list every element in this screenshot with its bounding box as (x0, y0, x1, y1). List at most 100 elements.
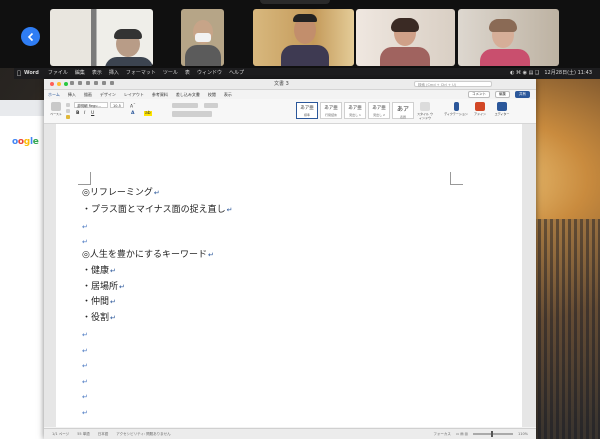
alignment-buttons[interactable] (172, 111, 212, 117)
zoom-slider[interactable] (472, 431, 513, 437)
italic-button[interactable]: I (84, 111, 85, 116)
paste-button[interactable]: ペースト (48, 102, 64, 116)
editor-button[interactable]: エディター (492, 102, 512, 116)
list-buttons[interactable] (172, 103, 198, 108)
style-normal[interactable]: あア亜 標準 (296, 102, 318, 119)
print-icon[interactable] (110, 81, 114, 85)
styles-pane-button[interactable]: スタイル ウィンドウ (417, 102, 433, 120)
menu-table[interactable]: 表 (185, 68, 190, 79)
cut-icon[interactable] (66, 103, 70, 107)
doc-line-friends[interactable]: ・仲間↵ (82, 296, 116, 308)
paragraph-mark: ↵ (82, 238, 88, 246)
style-title[interactable]: あア 表題 (392, 102, 414, 119)
zoom-window-icon[interactable] (64, 82, 68, 86)
menu-insert[interactable]: 挿入 (109, 68, 119, 79)
status-icons[interactable]: ◐ ⌘ ◉ ▤ ❑ (510, 68, 539, 79)
menubar-app-name[interactable]: Word (24, 68, 39, 79)
document-canvas[interactable]: ◎リフレーミング↵ ・プラス面とマイナス面の捉え直し↵ ↵ ◎人生を豊かにするキ… (44, 124, 536, 427)
page-count[interactable]: 1/1 ページ (52, 429, 69, 439)
word-window: 文書 3 検索 (Cmd + Ctrl + U) ホーム 挿入 描画 デザイン … (44, 79, 536, 439)
copy-icon[interactable] (66, 109, 70, 113)
format-painter-icon[interactable] (66, 115, 70, 119)
share-button[interactable]: 共有 (515, 91, 530, 98)
browser-window-behind[interactable]: oogle (0, 100, 46, 439)
style-heading-2[interactable]: あア亜 見出し 2 (368, 102, 390, 119)
tab-draw[interactable]: 描画 (80, 90, 96, 99)
document-title: 文書 3 (274, 81, 289, 87)
apple-icon[interactable]:  (14, 68, 24, 79)
style-no-spacing[interactable]: あア亜 行間詰め (320, 102, 342, 119)
tab-design[interactable]: デザイン (96, 90, 120, 99)
paragraph-mark: ↵ (82, 223, 88, 231)
font-size-select[interactable]: 10.5 (110, 102, 124, 108)
participant-tile-1[interactable] (50, 9, 153, 66)
indent-buttons[interactable] (204, 103, 218, 108)
chevron-left-icon (27, 32, 33, 41)
tab-home[interactable]: ホーム (44, 90, 64, 100)
doc-line-role[interactable]: ・役割↵ (82, 312, 116, 324)
close-window-icon[interactable] (50, 82, 54, 86)
focus-button[interactable]: フォーカス (433, 429, 451, 439)
document-page[interactable]: ◎リフレーミング↵ ・プラス面とマイナス面の捉え直し↵ ↵ ◎人生を豊かにするキ… (56, 124, 522, 427)
tab-review[interactable]: 校閲 (204, 90, 220, 99)
participant-tile-3[interactable] (253, 9, 354, 66)
browser-toolbar (0, 100, 46, 116)
view-icons[interactable]: ▭ ▤ ▥ (456, 429, 468, 439)
participant-tile-5[interactable] (458, 9, 559, 66)
autosave-toggle[interactable] (70, 81, 74, 85)
underline-button[interactable]: U (91, 111, 94, 116)
redo-icon[interactable] (102, 81, 106, 85)
doc-line-health[interactable]: ・健康↵ (82, 265, 116, 277)
doc-line-plus-minus[interactable]: ・プラス面とマイナス面の捉え直し↵ (82, 204, 233, 216)
tab-references[interactable]: 参考資料 (148, 90, 172, 99)
home-icon[interactable] (78, 81, 82, 85)
style-heading-1[interactable]: あア亜 見出し 1 (344, 102, 366, 119)
doc-line-reframing[interactable]: ◎リフレーミング↵ (82, 187, 160, 199)
mac-menubar:  Word ファイル 編集 表示 挿入 フォーマット ツール 表 ウィンドウ … (14, 68, 600, 79)
paste-label: ペースト (50, 112, 62, 116)
doc-line-ibasho[interactable]: ・居場所↵ (82, 281, 125, 293)
word-statusbar: 1/1 ページ 55 単語 日本語 アクセシビリティ: 問題ありません フォーカ… (44, 428, 536, 439)
font-name-select[interactable]: 游明朝 Regu... (74, 102, 108, 108)
paragraph-mark: ↵ (82, 393, 88, 401)
tab-insert[interactable]: 挿入 (64, 90, 80, 99)
tab-view[interactable]: 表示 (220, 90, 236, 99)
back-button[interactable] (21, 27, 40, 46)
language-status[interactable]: 日本語 (98, 429, 109, 439)
microphone-icon (453, 102, 459, 111)
word-count[interactable]: 55 単語 (77, 429, 90, 439)
undo-icon[interactable] (94, 81, 98, 85)
doc-line-keywords[interactable]: ◎人生を豊かにするキーワード↵ (82, 249, 214, 261)
strip-handle[interactable] (260, 0, 330, 4)
grow-font-button[interactable]: A^ (130, 102, 136, 110)
accessibility-status[interactable]: アクセシビリティ: 問題ありません (116, 429, 170, 439)
menu-format[interactable]: フォーマット (126, 68, 156, 79)
menubar-clock[interactable]: 12月28日(土) 11:43 (544, 68, 592, 79)
tab-layout[interactable]: レイアウト (120, 90, 148, 99)
comment-button[interactable]: コメント (468, 91, 490, 98)
minimize-window-icon[interactable] (57, 82, 61, 86)
menu-help[interactable]: ヘルプ (229, 68, 244, 79)
menu-edit[interactable]: 編集 (75, 68, 85, 79)
participant-tile-2[interactable] (181, 9, 224, 66)
menu-view[interactable]: 表示 (92, 68, 102, 79)
zoom-level[interactable]: 110% (518, 429, 528, 439)
highlight-button[interactable]: ab (144, 111, 152, 116)
bold-button[interactable]: B (76, 111, 79, 116)
search-input[interactable]: 検索 (Cmd + Ctrl + U) (414, 81, 492, 87)
tab-mailings[interactable]: 差し込み文書 (172, 90, 204, 99)
paragraph-mark: ↵ (82, 378, 88, 386)
save-icon[interactable] (86, 81, 90, 85)
zoom-thumb[interactable] (490, 431, 493, 437)
menu-window[interactable]: ウィンドウ (197, 68, 222, 79)
video-call-strip (0, 0, 600, 68)
addins-icon (475, 102, 485, 111)
addins-button[interactable]: アドイン (472, 102, 488, 116)
participant-tile-4[interactable] (356, 9, 455, 66)
edit-mode-button[interactable]: 編集 (495, 91, 510, 98)
menu-file[interactable]: ファイル (48, 68, 68, 79)
menu-tools[interactable]: ツール (163, 68, 178, 79)
font-color-button[interactable]: A (131, 111, 134, 116)
dictation-button[interactable]: ディクテーション (444, 102, 468, 116)
word-titlebar: 文書 3 検索 (Cmd + Ctrl + U) (44, 79, 536, 90)
